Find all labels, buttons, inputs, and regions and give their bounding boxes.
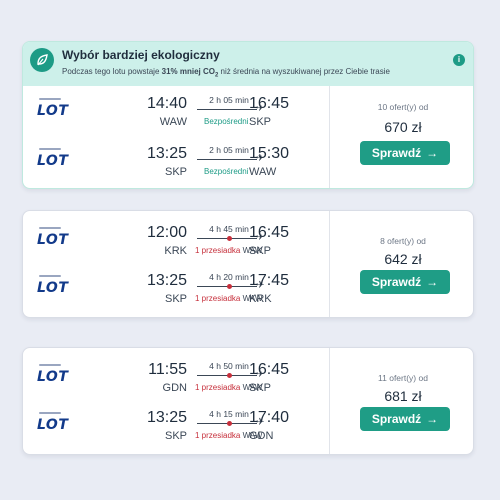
arrow-right-icon: → bbox=[426, 412, 439, 426]
offers-count: 10 ofert(y) od bbox=[377, 102, 429, 112]
departure-time: 13:25 bbox=[146, 145, 187, 162]
departure-airport: SKP bbox=[164, 166, 187, 178]
price: 642 zł bbox=[384, 251, 422, 267]
departure-airport: KRK bbox=[164, 245, 187, 257]
arrival-time: 17:45 bbox=[249, 272, 290, 289]
price: 681 zł bbox=[384, 388, 422, 404]
eco-banner: Wybór bardziej ekologiczny Podczas tego … bbox=[23, 42, 473, 86]
arrival-airport: WAW bbox=[249, 166, 277, 178]
price-panel: 8 ofert(y) od 642 zł Sprawdź → bbox=[329, 211, 473, 317]
arrival-airport: SKP bbox=[249, 382, 272, 394]
return-leg: LOT 13:25 SKP 4 h 20 min ✈ 1 przesiadka … bbox=[23, 267, 329, 313]
lot-logo: LOT bbox=[37, 364, 71, 388]
route-line bbox=[197, 159, 257, 160]
flight-card[interactable]: LOT 11:55 GDN 4 h 50 min ✈ 1 przesiadka … bbox=[22, 347, 474, 455]
departure-time: 14:40 bbox=[146, 95, 187, 112]
offers-count: 8 ofert(y) od bbox=[380, 236, 426, 246]
flight-legs: LOT 11:55 GDN 4 h 50 min ✈ 1 przesiadka … bbox=[23, 348, 329, 454]
lot-logo: LOT bbox=[37, 98, 71, 122]
eco-title: Wybór bardziej ekologiczny bbox=[62, 48, 220, 62]
flight-legs: LOT 12:00 KRK 4 h 45 min ✈ 1 przesiadka … bbox=[23, 211, 329, 317]
price: 670 zł bbox=[384, 119, 422, 135]
outbound-leg: LOT 14:40 WAW 2 h 05 min ✈ Bezpośredni 1… bbox=[23, 90, 329, 136]
departure-airport: GDN bbox=[162, 382, 187, 394]
arrival-time: 15:30 bbox=[249, 145, 290, 162]
lot-logo: LOT bbox=[37, 148, 71, 172]
arrow-right-icon: → bbox=[426, 275, 439, 289]
departure-time: 13:25 bbox=[146, 272, 187, 289]
arrival-airport: KRK bbox=[249, 293, 272, 305]
stop-dot bbox=[227, 421, 232, 426]
outbound-leg: LOT 12:00 KRK 4 h 45 min ✈ 1 przesiadka … bbox=[23, 219, 329, 265]
stop-dot bbox=[227, 373, 232, 378]
departure-time: 11:55 bbox=[148, 361, 187, 378]
departure-airport: SKP bbox=[164, 293, 187, 305]
arrival-airport: SKP bbox=[249, 116, 272, 128]
lot-logo: LOT bbox=[37, 275, 71, 299]
return-leg: LOT 13:25 SKP 4 h 15 min ✈ 1 przesiadka … bbox=[23, 404, 329, 450]
arrival-airport: GDN bbox=[249, 430, 274, 442]
flight-legs: LOT 14:40 WAW 2 h 05 min ✈ Bezpośredni 1… bbox=[23, 86, 329, 188]
price-panel: 10 ofert(y) od 670 zł Sprawdź → bbox=[329, 86, 473, 188]
stops-info: Bezpośredni bbox=[204, 117, 249, 126]
departure-airport: WAW bbox=[159, 116, 187, 128]
departure-airport: SKP bbox=[164, 430, 187, 442]
arrival-time: 16:45 bbox=[249, 224, 290, 241]
eco-description: Podczas tego lotu powstaje 31% mniej CO2… bbox=[62, 67, 390, 79]
price-panel: 11 ofert(y) od 681 zł Sprawdź → bbox=[329, 348, 473, 454]
check-button[interactable]: Sprawdź → bbox=[360, 270, 450, 294]
check-button[interactable]: Sprawdź → bbox=[360, 407, 450, 431]
departure-time: 12:00 bbox=[146, 224, 187, 241]
arrival-airport: SKP bbox=[249, 245, 272, 257]
departure-time: 13:25 bbox=[146, 409, 187, 426]
stops-info: Bezpośredni bbox=[204, 167, 249, 176]
route-line bbox=[197, 109, 257, 110]
check-button[interactable]: Sprawdź → bbox=[360, 141, 450, 165]
lot-logo: LOT bbox=[37, 227, 71, 251]
arrival-time: 16:45 bbox=[249, 95, 290, 112]
arrow-right-icon: → bbox=[426, 146, 439, 160]
offers-count: 11 ofert(y) od bbox=[378, 373, 428, 383]
lot-logo: LOT bbox=[37, 412, 71, 436]
arrival-time: 16:45 bbox=[249, 361, 290, 378]
arrival-time: 17:40 bbox=[249, 409, 290, 426]
stop-dot bbox=[227, 284, 232, 289]
leaf-icon bbox=[30, 48, 54, 72]
info-icon[interactable]: i bbox=[453, 54, 465, 66]
flight-card-eco[interactable]: Wybór bardziej ekologiczny Podczas tego … bbox=[22, 41, 474, 189]
outbound-leg: LOT 11:55 GDN 4 h 50 min ✈ 1 przesiadka … bbox=[23, 356, 329, 402]
flight-card[interactable]: LOT 12:00 KRK 4 h 45 min ✈ 1 przesiadka … bbox=[22, 210, 474, 318]
stop-dot bbox=[227, 236, 232, 241]
return-leg: LOT 13:25 SKP 2 h 05 min ✈ Bezpośredni 1… bbox=[23, 140, 329, 186]
